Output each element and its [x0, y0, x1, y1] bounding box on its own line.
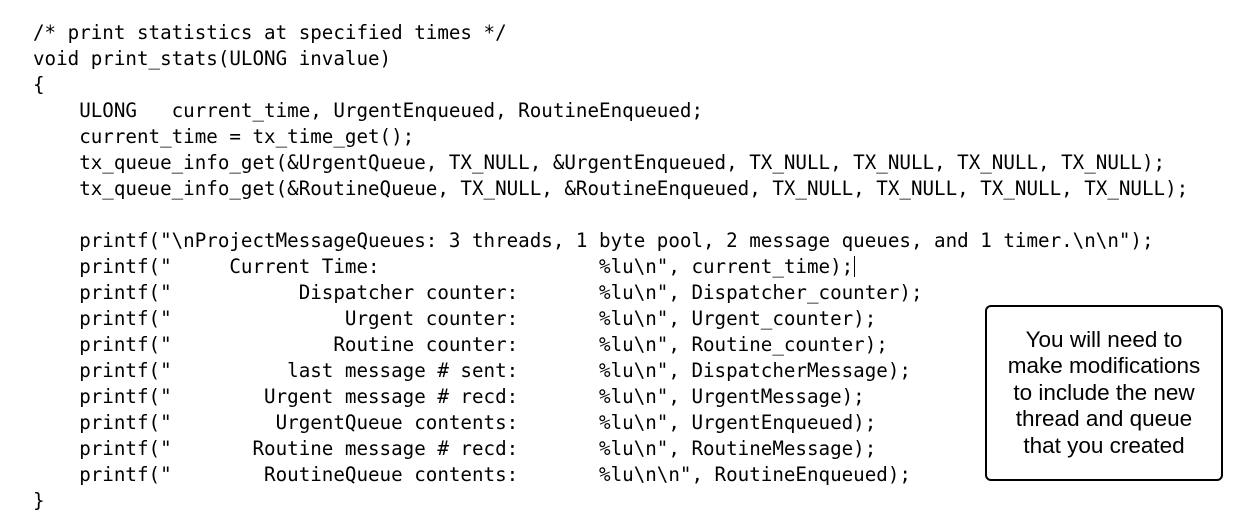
code-line-text: printf(" Current Time: %lu\n", current_t…: [33, 255, 854, 278]
code-line: tx_queue_info_get(&RoutineQueue, TX_NULL…: [33, 177, 1189, 200]
code-line: void print_stats(ULONG invalue): [33, 47, 392, 70]
code-line: }: [33, 489, 45, 512]
code-line: printf(" Dispatcher counter: %lu\n", Dis…: [33, 281, 923, 304]
code-line-with-caret: printf(" Current Time: %lu\n", current_t…: [33, 254, 1188, 280]
code-line: {: [33, 73, 45, 96]
text-caret: [854, 256, 856, 277]
code-line: current_time = tx_time_get();: [33, 125, 415, 148]
annotation-line: that you created: [1023, 432, 1185, 458]
code-line: /* print statistics at specified times *…: [33, 21, 507, 44]
annotation-text: You will need to make modifications to i…: [1008, 327, 1201, 460]
code-line: printf("\nProjectMessageQueues: 3 thread…: [33, 229, 1154, 252]
code-line: tx_queue_info_get(&UrgentQueue, TX_NULL,…: [33, 151, 1166, 174]
annotation-callout-box: You will need to make modifications to i…: [985, 305, 1223, 481]
annotation-line: You will need to: [1025, 326, 1183, 352]
code-line: ULONG current_time, UrgentEnqueued, Rout…: [33, 99, 704, 122]
annotation-line: thread and queue: [1015, 406, 1193, 432]
annotation-line: to include the new: [1013, 379, 1195, 405]
annotation-line: make modifications: [1007, 353, 1201, 379]
